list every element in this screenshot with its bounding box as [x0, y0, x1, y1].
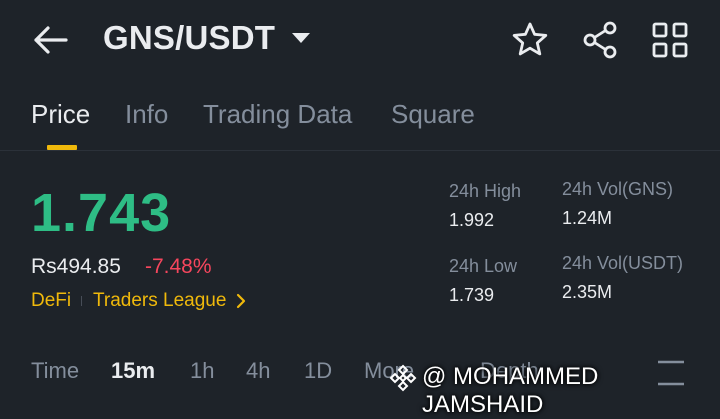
last-price: 1.743 [31, 183, 172, 243]
caret-down-icon[interactable] [290, 31, 312, 45]
tab-price[interactable]: Price [31, 99, 90, 130]
high-label: 24h High [449, 181, 522, 201]
low-value: 1.739 [449, 285, 495, 305]
watermark-text: @ MOHAMMED JAMSHAID [422, 363, 599, 418]
fiat-price: Rs494.85 [31, 255, 121, 278]
tab-trading-data[interactable]: Trading Data [203, 99, 352, 130]
tab-divider [0, 150, 720, 151]
volume-quote-label: 24h Vol(USDT) [562, 253, 684, 273]
tag-defi[interactable]: DeFi [31, 290, 71, 312]
tab-info[interactable]: Info [125, 99, 168, 130]
volume-quote-value: 2.35M [562, 282, 613, 302]
interval-time-label[interactable]: Time [31, 358, 79, 384]
chevron-right-icon[interactable] [234, 293, 248, 309]
interval-1d[interactable]: 1D [304, 358, 332, 384]
low-label: 24h Low [449, 256, 518, 276]
grid-icon[interactable] [650, 20, 690, 60]
interval-1h[interactable]: 1h [190, 358, 214, 384]
tab-square[interactable]: Square [391, 99, 475, 130]
tag-traders-league[interactable]: Traders League [93, 290, 226, 312]
share-icon[interactable] [580, 20, 620, 60]
interval-15m[interactable]: 15m [111, 358, 155, 384]
pair-title[interactable]: GNS/USDT [103, 19, 275, 57]
price-change-percent: -7.48% [145, 255, 212, 278]
volume-base-label: 24h Vol(GNS) [562, 179, 674, 199]
high-value: 1.992 [449, 210, 495, 230]
volume-base-value: 1.24M [562, 208, 613, 228]
tag-separator [81, 296, 82, 306]
back-arrow-icon[interactable] [30, 22, 70, 58]
star-icon[interactable] [510, 20, 550, 60]
binance-logo-icon [389, 364, 417, 392]
interval-4h[interactable]: 4h [246, 358, 270, 384]
